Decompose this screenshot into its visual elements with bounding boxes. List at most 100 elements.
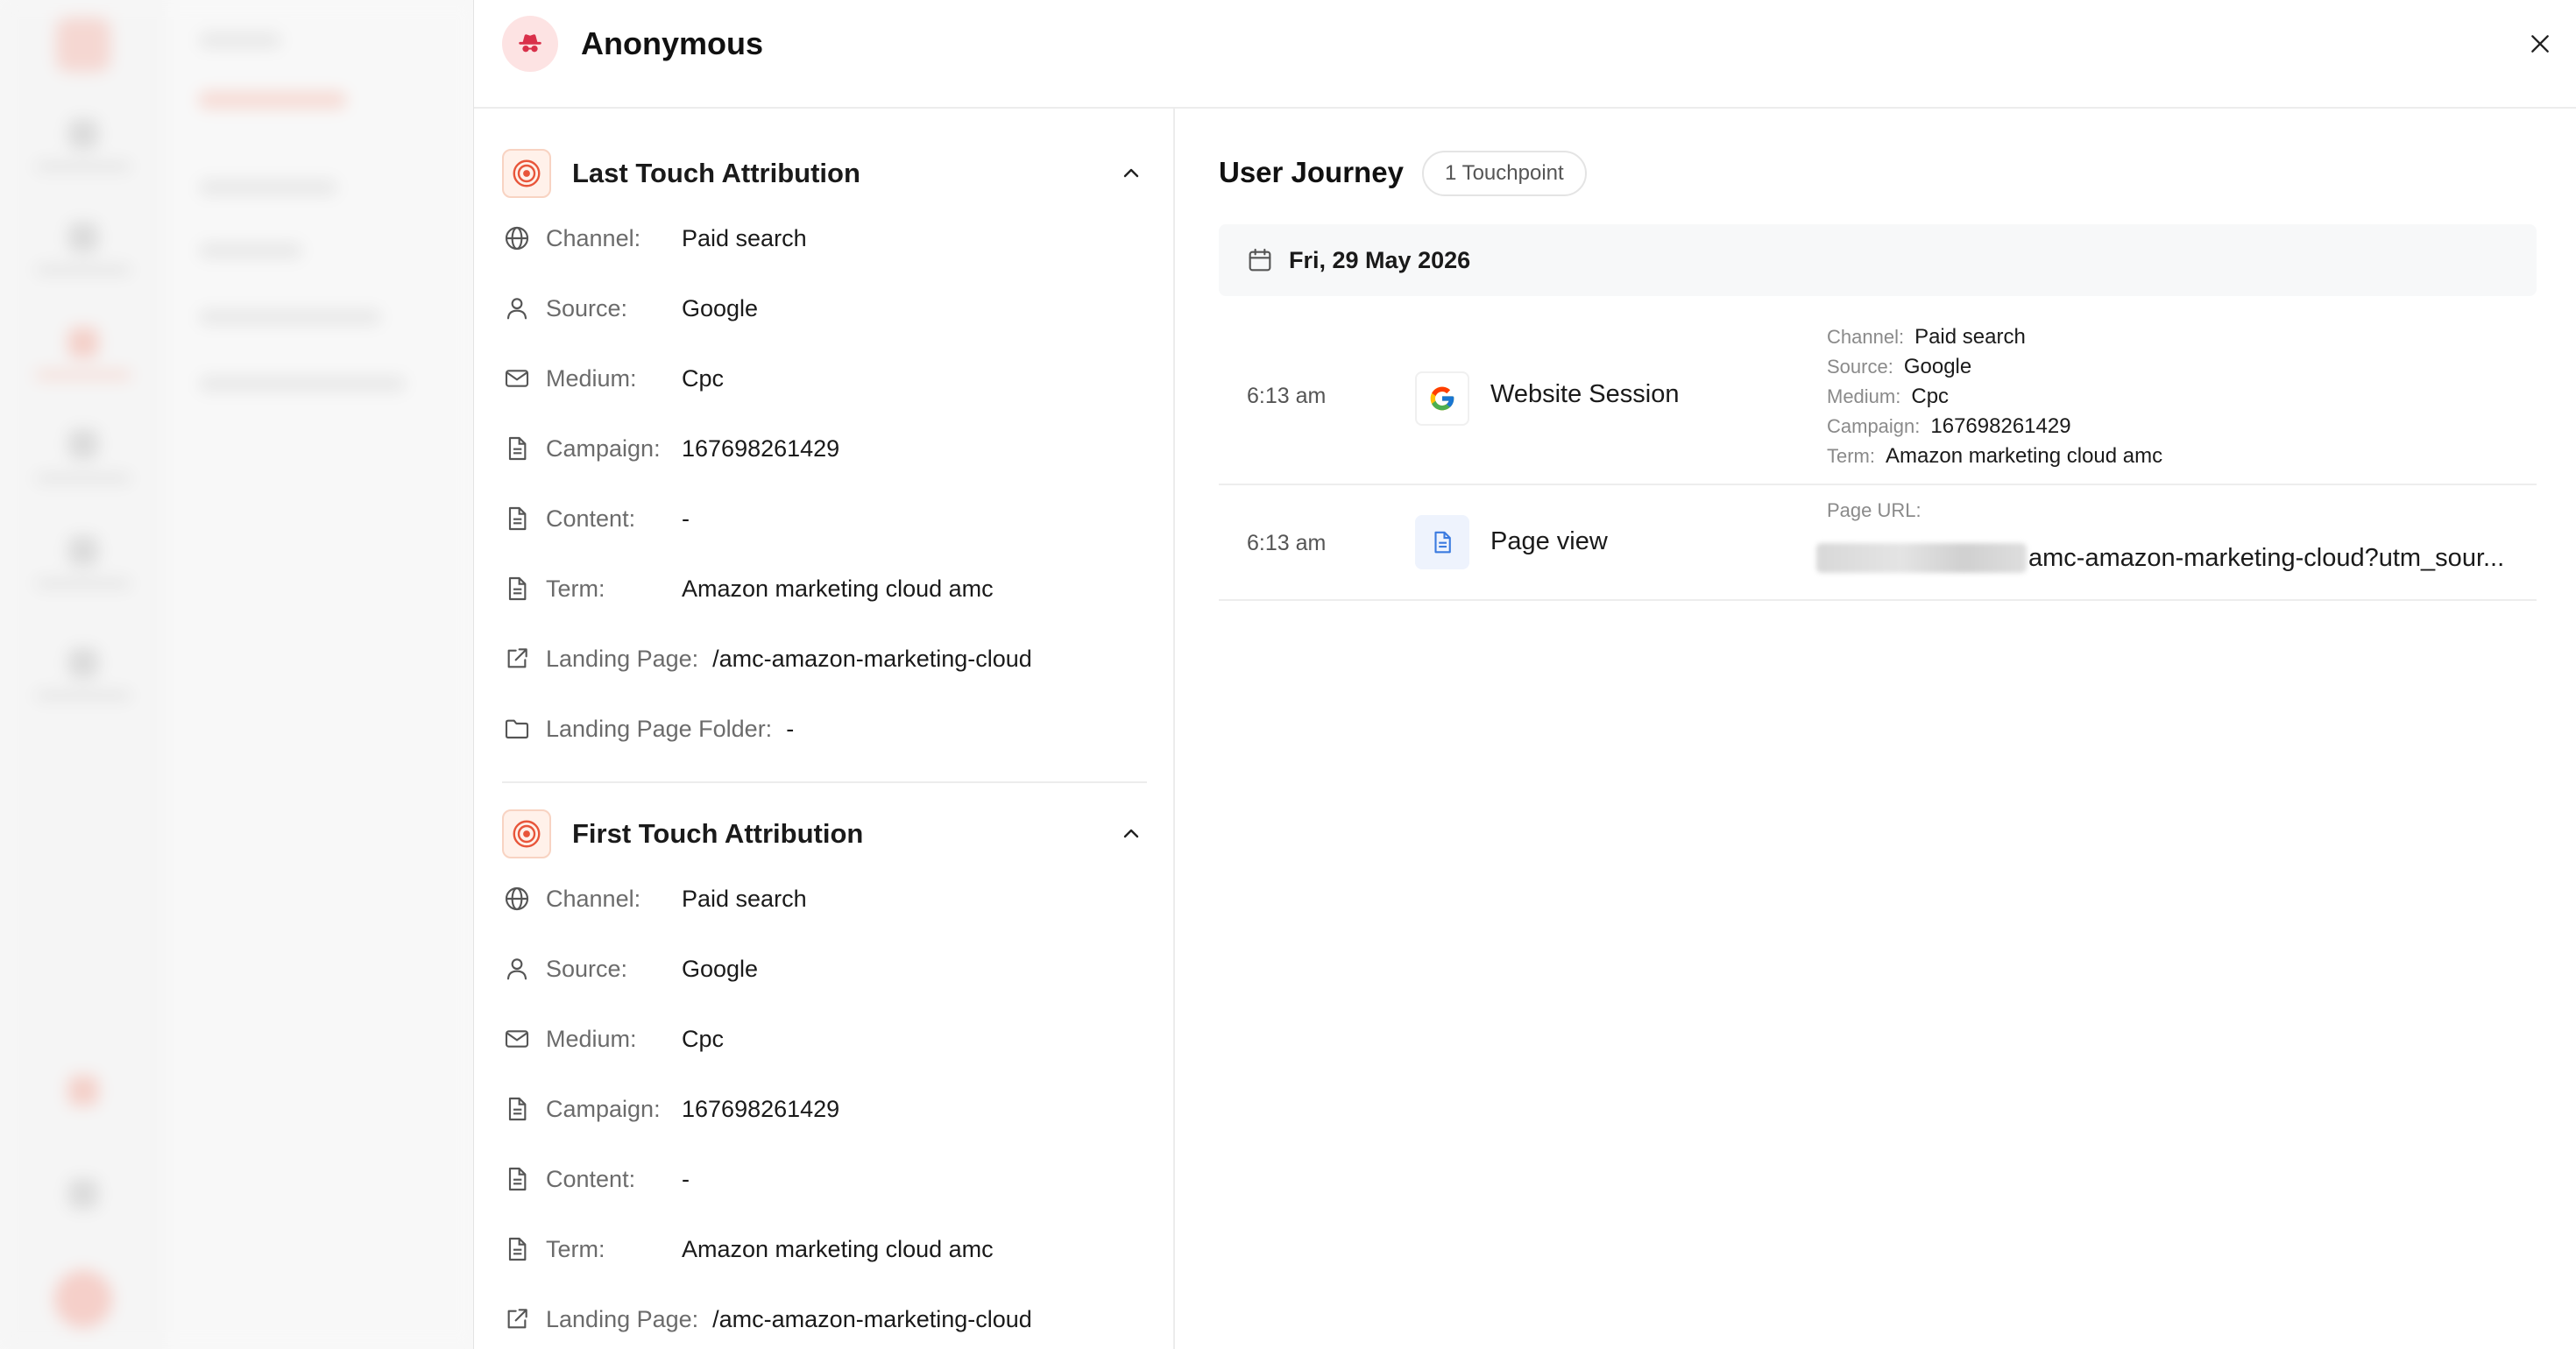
- collapse-first-touch-button[interactable]: [1115, 818, 1147, 850]
- attr-landing-page: Landing Page: /amc-amazon-marketing-clou…: [502, 624, 1147, 694]
- last-touch-header[interactable]: Last Touch Attribution: [502, 147, 1147, 200]
- attr-label: Channel:: [546, 885, 641, 912]
- attr-label: Landing Page Folder:: [546, 715, 773, 742]
- list-line: [198, 91, 347, 109]
- attr-term: Term: Amazon marketing cloud amc: [502, 1214, 1147, 1284]
- document-icon: [502, 1164, 532, 1194]
- user-icon: [502, 954, 532, 984]
- attr-label: Term:: [546, 575, 605, 602]
- page-url-label: Page URL:: [1827, 499, 1921, 521]
- nav-label: [35, 265, 131, 275]
- event-details: Channel: Paid search Source: Google Medium…: [1827, 322, 2162, 471]
- attr-label: Landing Page:: [546, 1305, 699, 1332]
- attr-label: Medium:: [546, 364, 637, 392]
- attr-label: Medium:: [546, 1025, 637, 1052]
- landing-page-link[interactable]: /amc-amazon-marketing-cloud: [712, 646, 1032, 673]
- first-touch-section: First Touch Attribution Channel: Paid se…: [502, 808, 1147, 1349]
- attr-content: Content: -: [502, 484, 1147, 554]
- nav-label: [35, 690, 131, 701]
- touchpoint-count-badge: 1 Touchpoint: [1422, 151, 1587, 196]
- list-line: [198, 242, 303, 259]
- detail-source: Source: Google: [1827, 355, 1972, 378]
- document-icon: [502, 1234, 532, 1264]
- close-button[interactable]: [2519, 23, 2561, 65]
- attr-label: Source:: [546, 955, 628, 982]
- modal-title: Anonymous: [581, 25, 764, 61]
- last-touch-section: Last Touch Attribution Channel: Paid sea…: [502, 147, 1147, 764]
- user-icon: [502, 293, 532, 323]
- globe-icon: [502, 884, 532, 914]
- document-icon: [502, 574, 532, 604]
- chevron-up-icon: [1123, 168, 1139, 178]
- attribution-panel: Last Touch Attribution Channel: Paid sea…: [474, 109, 1175, 1349]
- detail-term: Term: Amazon marketing cloud amc: [1827, 444, 2163, 468]
- app-nav-rail: [0, 0, 166, 1349]
- last-touch-title: Last Touch Attribution: [572, 158, 860, 188]
- redacted-domain: [1816, 543, 2027, 573]
- attr-value: Google: [682, 294, 759, 321]
- document-icon: [1415, 515, 1469, 569]
- modal-header: Anonymous: [474, 0, 2576, 109]
- attr-content: Content: -: [502, 1144, 1147, 1214]
- anonymous-avatar: [502, 16, 558, 72]
- journey-event[interactable]: 6:13 am Page view Page URL: amc-amazon-m…: [1219, 485, 2537, 601]
- detail-campaign: Campaign: 167698261429: [1827, 414, 2071, 438]
- external-link-icon: [502, 644, 532, 674]
- list-line: [198, 179, 338, 196]
- collapse-last-touch-button[interactable]: [1115, 158, 1147, 189]
- close-icon: [2531, 35, 2549, 53]
- attr-value: Cpc: [682, 364, 725, 392]
- folder-icon: [502, 714, 532, 744]
- nav-label: [35, 370, 131, 380]
- nav-label: [35, 578, 131, 589]
- event-time: 6:13 am: [1247, 531, 1327, 555]
- attr-value: 167698261429: [682, 434, 840, 462]
- attr-label: Source:: [546, 294, 628, 321]
- attr-medium: Medium: Cpc: [502, 343, 1147, 413]
- attr-medium: Medium: Cpc: [502, 1004, 1147, 1074]
- page-url-value: amc-amazon-marketing-cloud?utm_sour...: [2028, 543, 2505, 572]
- journey-date: Fri, 29 May 2026: [1289, 246, 1471, 273]
- user-avatar-bubble: [54, 1270, 112, 1328]
- section-divider: [502, 781, 1147, 783]
- app-sidebar-list: [166, 0, 475, 1349]
- first-touch-title: First Touch Attribution: [572, 818, 864, 849]
- journey-event[interactable]: 6:13 am Website Session Channel: Paid sea…: [1219, 310, 2537, 485]
- detail-channel: Channel: Paid search: [1827, 325, 2026, 349]
- calendar-icon: [1245, 245, 1275, 275]
- nav-icon: [68, 536, 98, 566]
- attr-label: Content:: [546, 1165, 636, 1192]
- list-line: [198, 32, 282, 49]
- user-journey-title: User Journey: [1219, 156, 1404, 188]
- attr-value: 167698261429: [682, 1095, 840, 1122]
- journey-date-header: Fri, 29 May 2026: [1219, 224, 2537, 296]
- list-line: [198, 375, 407, 392]
- contact-detail-modal: Anonymous Last Touch Attribution Channel…: [473, 0, 2576, 1349]
- attr-channel: Channel: Paid search: [502, 864, 1147, 934]
- target-icon: [502, 149, 551, 198]
- nav-label: [35, 161, 131, 172]
- globe-icon: [502, 223, 532, 253]
- attr-label: Landing Page:: [546, 645, 699, 672]
- attr-value: -: [682, 1165, 690, 1192]
- attr-campaign: Campaign: 167698261429: [502, 413, 1147, 484]
- chevron-up-icon: [1123, 829, 1139, 838]
- event-name: Website Session: [1490, 380, 1680, 408]
- google-icon: [1415, 371, 1469, 426]
- landing-page-link[interactable]: /amc-amazon-marketing-cloud: [712, 1306, 1032, 1333]
- target-icon: [502, 809, 551, 858]
- page-url[interactable]: amc-amazon-marketing-cloud?utm_sour...: [1816, 543, 2504, 573]
- document-icon: [502, 434, 532, 463]
- page-url-label-row: Page URL:: [1827, 496, 1932, 526]
- first-touch-header[interactable]: First Touch Attribution: [502, 808, 1147, 860]
- attr-label: Campaign:: [546, 434, 661, 462]
- attr-label: Term:: [546, 1235, 605, 1262]
- attr-value: -: [682, 505, 690, 532]
- incognito-icon: [519, 34, 541, 53]
- app-logo: [56, 18, 110, 72]
- attr-value: Paid search: [682, 224, 807, 251]
- detail-medium: Medium: Cpc: [1827, 385, 1950, 408]
- event-time: 6:13 am: [1247, 384, 1327, 408]
- attr-label: Campaign:: [546, 1095, 661, 1122]
- attr-source: Source: Google: [502, 934, 1147, 1004]
